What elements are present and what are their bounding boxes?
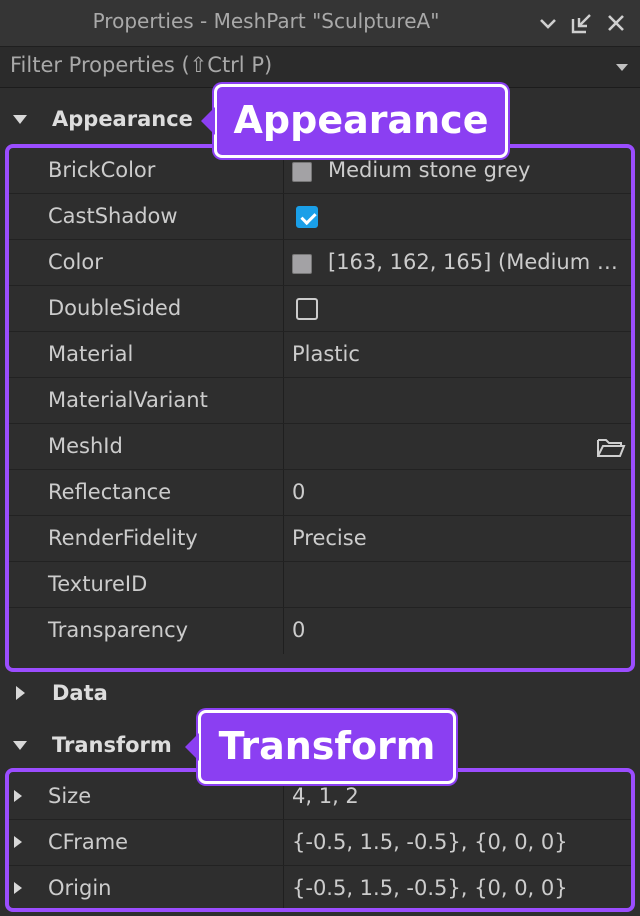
section-title: Data (52, 681, 108, 705)
property-name: BrickColor (48, 158, 156, 182)
property-value[interactable]: 0 (292, 480, 622, 504)
property-row-color[interactable]: Color [163, 162, 165] (Medium stone grey… (8, 240, 632, 286)
section-title: Appearance (52, 107, 193, 131)
property-name: MaterialVariant (48, 388, 208, 412)
property-name: Color (48, 250, 103, 274)
property-value[interactable]: {-0.5, 1.5, -0.5}, {0, 0, 0} (292, 830, 622, 854)
filter-placeholder: Filter Properties (⇧Ctrl P) (10, 53, 273, 77)
property-value[interactable]: Precise (292, 526, 622, 550)
filter-dropdown-icon[interactable] (616, 64, 628, 71)
property-value[interactable]: Medium stone grey (328, 158, 622, 182)
property-name: Transparency (48, 618, 189, 642)
window-title: Properties - MeshPart "SculptureA" (92, 9, 440, 33)
property-name: DoubleSided (48, 296, 182, 320)
property-name: Material (48, 342, 134, 366)
property-name: TextureID (48, 572, 148, 596)
filter-properties-input[interactable]: Filter Properties (⇧Ctrl P) (0, 46, 640, 88)
expand-caret-icon[interactable] (14, 882, 22, 894)
property-row-origin[interactable]: Origin {-0.5, 1.5, -0.5}, {0, 0, 0} (8, 866, 632, 912)
property-row-castshadow[interactable]: CastShadow (8, 194, 632, 240)
property-row-material[interactable]: Material Plastic (8, 332, 632, 378)
property-value[interactable]: 0 (292, 618, 622, 642)
close-icon[interactable] (604, 11, 628, 35)
dock-icon[interactable] (570, 11, 594, 35)
property-name: CastShadow (48, 204, 178, 228)
chevron-down-icon[interactable] (536, 11, 560, 35)
appearance-properties: BrickColor Medium stone grey CastShadow … (8, 148, 632, 654)
property-name: RenderFidelity (48, 526, 198, 550)
doublesided-checkbox[interactable] (296, 298, 318, 320)
color-swatch[interactable] (292, 254, 312, 274)
property-value[interactable]: 4, 1, 2 (292, 784, 622, 808)
title-bar: Properties - MeshPart "SculptureA" (0, 0, 640, 46)
transform-properties: Size 4, 1, 2 CFrame {-0.5, 1.5, -0.5}, {… (8, 774, 632, 912)
property-name: Origin (48, 876, 112, 900)
property-row-transparency[interactable]: Transparency 0 (8, 608, 632, 654)
property-name: Size (48, 784, 92, 808)
section-title: Transform (52, 733, 172, 757)
property-row-meshid[interactable]: MeshId (8, 424, 632, 470)
property-row-materialvariant[interactable]: MaterialVariant (8, 378, 632, 424)
property-value[interactable]: Plastic (292, 342, 622, 366)
callout-label: Appearance (233, 98, 489, 142)
folder-icon[interactable] (596, 436, 626, 458)
transform-callout: Transform (185, 710, 456, 784)
expanded-caret-icon[interactable] (13, 115, 27, 124)
appearance-callout: Appearance (201, 84, 508, 158)
castshadow-checkbox[interactable] (296, 206, 318, 228)
expanded-caret-icon[interactable] (13, 741, 27, 750)
color-swatch[interactable] (292, 162, 312, 182)
property-name: CFrame (48, 830, 129, 854)
property-row-renderfidelity[interactable]: RenderFidelity Precise (8, 516, 632, 562)
expand-caret-icon[interactable] (14, 836, 22, 848)
collapsed-caret-icon[interactable] (16, 686, 25, 700)
callout-label: Transform (218, 724, 436, 768)
expand-caret-icon[interactable] (14, 790, 22, 802)
property-name: Reflectance (48, 480, 172, 504)
property-value[interactable]: {-0.5, 1.5, -0.5}, {0, 0, 0} (292, 876, 622, 900)
property-row-doublesided[interactable]: DoubleSided (8, 286, 632, 332)
property-value[interactable]: [163, 162, 165] (Medium stone grey) (328, 250, 622, 274)
property-row-reflectance[interactable]: Reflectance 0 (8, 470, 632, 516)
property-row-cframe[interactable]: CFrame {-0.5, 1.5, -0.5}, {0, 0, 0} (8, 820, 632, 866)
property-row-textureid[interactable]: TextureID (8, 562, 632, 608)
property-name: MeshId (48, 434, 123, 458)
